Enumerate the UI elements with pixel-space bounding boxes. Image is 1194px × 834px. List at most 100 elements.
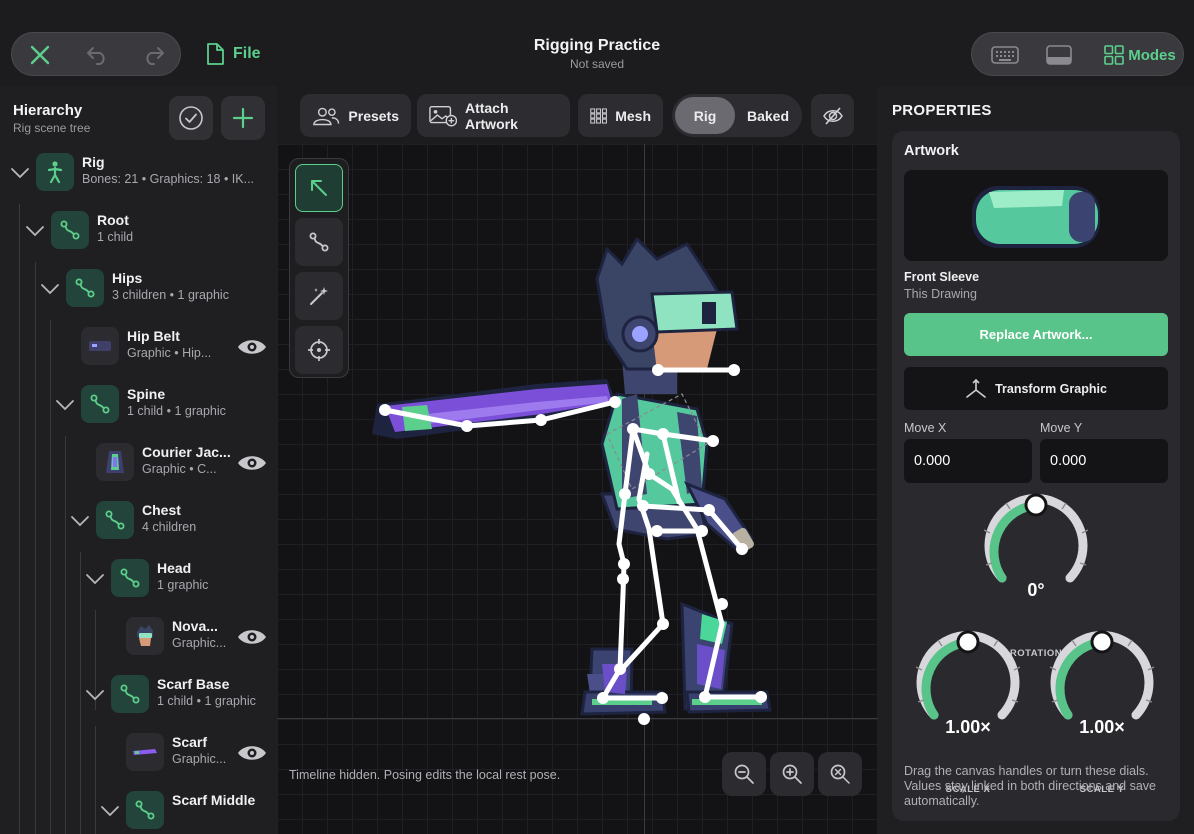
bottom-panel-icon — [1046, 45, 1072, 65]
eye-icon[interactable] — [236, 742, 268, 764]
rotation-dial[interactable] — [978, 493, 1094, 593]
zoom-fit-button[interactable] — [818, 752, 862, 796]
zoom-in-button[interactable] — [770, 752, 814, 796]
tree-row-scarf-middle[interactable]: Scarf Middle — [0, 784, 277, 834]
tree-row-hips[interactable]: Hips 3 children • 1 graphic — [0, 262, 277, 320]
eye-icon[interactable] — [236, 626, 268, 648]
tree-row-meta: 1 graphic — [157, 578, 209, 592]
tree-row-rig[interactable]: Rig Bones: 21 • Graphics: 18 • IK... — [0, 146, 277, 204]
bone-tool[interactable] — [295, 218, 343, 266]
move-x-label: Move X — [904, 421, 947, 435]
artwork-card: Artwork Front Sleeve This Drawing Replac… — [892, 131, 1180, 821]
replace-artwork-button[interactable]: Replace Artwork... — [904, 313, 1168, 356]
tree-row-name: Courier Jac... — [142, 444, 231, 460]
chevron-down-icon[interactable] — [9, 162, 31, 184]
panel-toggle-button[interactable] — [1034, 33, 1084, 77]
canvas-toolbar: Presets Attach Artwork Mesh Rig Baked — [277, 86, 878, 144]
attach-artwork-button[interactable]: Attach Artwork — [417, 94, 570, 137]
rig-canvas[interactable]: Timeline hidden. Posing edits the local … — [277, 144, 878, 834]
mesh-button[interactable]: Mesh — [578, 94, 663, 137]
sleeve-artwork-image — [972, 186, 1100, 248]
artwork-source: This Drawing — [904, 287, 977, 301]
modes-button[interactable]: Modes — [1100, 33, 1180, 77]
transform-axes-icon — [966, 378, 986, 398]
eye-off-icon — [822, 106, 843, 125]
eye-icon[interactable] — [236, 452, 268, 474]
chevron-down-icon[interactable] — [69, 510, 91, 532]
tree-row-name: Nova... — [172, 618, 218, 634]
baked-mode-tab[interactable]: Baked — [736, 97, 800, 134]
chevron-down-icon[interactable] — [54, 394, 76, 416]
zoom-out-icon — [734, 764, 754, 784]
head-thumbnail — [126, 617, 164, 655]
tree-row-hip-belt[interactable]: Hip Belt Graphic • Hip... — [0, 320, 277, 378]
tree-row-scarf-base[interactable]: Scarf Base 1 child • 1 graphic — [0, 668, 277, 726]
chevron-down-icon[interactable] — [84, 684, 106, 706]
tree-row-root[interactable]: Root 1 child — [0, 204, 277, 262]
transform-graphic-label: Transform Graphic — [995, 381, 1107, 396]
select-all-button[interactable] — [169, 96, 213, 140]
pivot-tool[interactable] — [295, 326, 343, 374]
artwork-preview — [904, 170, 1168, 261]
properties-title: PROPERTIES — [892, 102, 992, 119]
chevron-down-icon[interactable] — [99, 800, 121, 822]
tree-row-scarf[interactable]: Scarf Graphic... — [0, 726, 277, 784]
rig-figure-icon — [36, 153, 74, 191]
bone-icon — [96, 501, 134, 539]
move-y-label: Move Y — [1040, 421, 1083, 435]
rotation-value: 0° — [1027, 580, 1045, 600]
artwork-name: Front Sleeve — [904, 270, 980, 284]
eye-icon[interactable] — [236, 336, 268, 358]
transform-graphic-button[interactable]: Transform Graphic — [904, 367, 1168, 410]
presets-button[interactable]: Presets — [300, 94, 411, 137]
canvas-area: Presets Attach Artwork Mesh Rig Baked Ti… — [277, 86, 878, 834]
tree-row-name: Hip Belt — [127, 328, 180, 344]
add-bone-button[interactable] — [221, 96, 265, 140]
tree-row-nova[interactable]: Nova... Graphic... — [0, 610, 277, 668]
move-x-input[interactable]: 0.000 — [904, 439, 1032, 483]
tree-row-head[interactable]: Head 1 graphic — [0, 552, 277, 610]
tool-palette — [289, 158, 349, 378]
zoom-in-icon — [782, 764, 802, 784]
scale-x-dial[interactable] — [910, 630, 1026, 730]
plus-icon — [232, 107, 254, 129]
chevron-down-icon[interactable] — [84, 568, 106, 590]
bone-icon — [51, 211, 89, 249]
people-icon — [313, 107, 340, 125]
chevron-down-icon[interactable] — [24, 220, 46, 242]
hierarchy-subtitle: Rig scene tree — [13, 121, 91, 135]
zoom-out-button[interactable] — [722, 752, 766, 796]
tree-row-name: Spine — [127, 386, 166, 402]
tree-row-spine[interactable]: Spine 1 child • 1 graphic — [0, 378, 277, 436]
hierarchy-panel: Hierarchy Rig scene tree Rig Bones: 21 •… — [0, 86, 277, 834]
zoom-fit-icon — [830, 764, 850, 784]
hierarchy-title: Hierarchy — [13, 102, 83, 119]
bone-icon — [111, 559, 149, 597]
tree-row-meta: 4 children — [142, 520, 197, 534]
move-y-input[interactable]: 0.000 — [1040, 439, 1168, 483]
scarf-thumbnail — [126, 733, 164, 771]
chevron-down-icon[interactable] — [39, 278, 61, 300]
auto-rig-tool[interactable] — [295, 272, 343, 320]
tree-row-courier-jacket[interactable]: Courier Jac... Graphic • C... — [0, 436, 277, 494]
attach-artwork-label: Attach Artwork — [464, 99, 518, 132]
tree-row-meta: 1 child • 1 graphic — [127, 404, 226, 418]
tree-row-name: Hips — [112, 270, 143, 286]
select-tool[interactable] — [295, 164, 343, 212]
mesh-label: Mesh — [615, 107, 651, 124]
tree-row-chest[interactable]: Chest 4 children — [0, 494, 277, 552]
tree-row-name: Head — [157, 560, 192, 576]
tree-row-meta: 1 child • 1 graphic — [157, 694, 256, 708]
rig-mode-tab[interactable]: Rig — [675, 97, 735, 134]
visibility-toggle-button[interactable] — [811, 94, 854, 137]
properties-help-text: Drag the canvas handles or turn these di… — [904, 764, 1157, 808]
tree-row-name: Scarf — [172, 734, 208, 750]
scale-y-dial[interactable] — [1044, 630, 1160, 730]
keyboard-button[interactable] — [980, 33, 1030, 77]
tree-row-meta: Graphic • C... — [142, 462, 217, 476]
character-rig-view[interactable] — [277, 144, 878, 834]
top-bar: File Rigging Practice Not saved Modes — [0, 0, 1194, 86]
bone-icon — [126, 791, 164, 829]
presets-label: Presets — [348, 107, 399, 124]
mode-segmented-control: Rig Baked — [672, 94, 802, 137]
